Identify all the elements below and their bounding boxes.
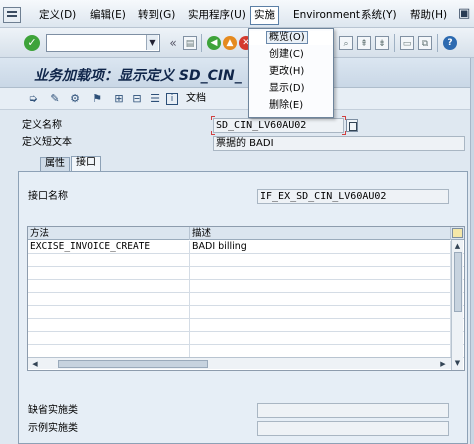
collapse-icon[interactable]: « (166, 36, 180, 50)
menu-item-create[interactable]: 创建(C) (249, 48, 333, 62)
column-header-description[interactable]: 描述 (190, 227, 451, 240)
tab-interface[interactable]: 接口 (71, 156, 101, 171)
application-toolbar: ➭ ✎ ⚙ ⚑ ⊞ ⊟ ☰ i 文档 (0, 88, 474, 110)
vertical-scroll-thumb[interactable] (454, 252, 462, 312)
table-settings-icon[interactable] (452, 228, 463, 238)
table-row[interactable] (28, 306, 464, 319)
focus-corner-marker (211, 131, 215, 135)
short-text-label: 定义短文本 (22, 137, 72, 148)
menu-environment[interactable]: Environment (290, 7, 363, 24)
menu-edit[interactable]: 编辑(E) (87, 7, 129, 24)
toolbar-separator (201, 34, 202, 52)
find-icon[interactable]: ⌕ (339, 36, 353, 50)
menu-definition[interactable]: 定义(D) (36, 7, 79, 24)
menu-item-change[interactable]: 更改(H) (249, 65, 333, 79)
table-row[interactable] (28, 332, 464, 345)
object-list-icon[interactable]: ⊟ (130, 92, 144, 106)
menu-utilities[interactable]: 实用程序(U) (185, 7, 249, 24)
save-icon[interactable]: ▤ (183, 36, 197, 50)
help-icon[interactable]: ? (443, 36, 457, 50)
back-icon[interactable]: ◀ (207, 36, 221, 50)
display-change-icon[interactable]: ✎ (48, 92, 62, 106)
scroll-right-icon[interactable]: ▶ (438, 359, 448, 369)
default-impl-class-field[interactable] (257, 403, 449, 418)
scroll-up-icon[interactable]: ▲ (452, 241, 463, 251)
table-header: 方法 描述 (28, 227, 464, 240)
window-right-edge (470, 58, 474, 444)
scroll-down-icon[interactable]: ▼ (452, 358, 463, 368)
horizontal-scroll-thumb[interactable] (58, 360, 208, 368)
table-row[interactable] (28, 267, 464, 280)
default-impl-class-label: 缺省实施类 (28, 405, 78, 416)
switch-display-change-icon[interactable]: ➭ (26, 92, 40, 106)
definition-name-field[interactable]: SD_CIN_LV60AU02 (213, 118, 344, 133)
documentation-button[interactable]: 文档 (186, 92, 206, 106)
title-bar: 业务加载项：显示定义 SD_CIN_ (0, 58, 474, 88)
menu-item-overview[interactable]: 概览(O) (249, 31, 333, 45)
value-help-icon[interactable] (346, 119, 358, 132)
system-menu-icon[interactable] (3, 7, 21, 23)
command-dropdown-icon[interactable]: ▼ (146, 35, 158, 50)
where-used-icon[interactable]: ⊞ (112, 92, 126, 106)
method-cell[interactable]: EXCISE_INVOICE_CREATE (28, 241, 190, 254)
new-session-icon[interactable]: ▭ (400, 36, 414, 50)
column-header-method[interactable]: 方法 (28, 227, 190, 240)
page-title: 业务加载项：显示定义 SD_CIN_ (34, 68, 242, 84)
table-row[interactable] (28, 293, 464, 306)
definition-name-label: 定义名称 (22, 120, 62, 131)
menu-item-overview-label: 概览(O) (266, 31, 308, 44)
menu-bar: 定义(D) 编辑(E) 转到(G) 实用程序(U) 实施 Environment… (0, 0, 474, 28)
hierarchy-icon[interactable]: ☰ (148, 92, 162, 106)
last-page-icon[interactable]: ⇟ (375, 36, 389, 50)
enter-check-icon[interactable]: ✓ (24, 35, 40, 51)
implement-dropdown-menu: 概览(O) 创建(C) 更改(H) 显示(D) 删除(E) (248, 28, 334, 118)
standard-toolbar: ✓ ▼ « ▤ ◀ ▲ ✕ ⌕ ⇞ ⇟ ▭ ⧉ ? (0, 28, 474, 58)
command-field[interactable] (46, 34, 160, 52)
toolbar-separator (437, 34, 438, 52)
exit-icon[interactable]: ▲ (223, 36, 237, 50)
toolbar-separator (394, 34, 395, 52)
scroll-left-icon[interactable]: ◀ (30, 359, 40, 369)
menu-item-display[interactable]: 显示(D) (249, 82, 333, 96)
table-row[interactable]: EXCISE_INVOICE_CREATE BADI billing (28, 241, 464, 254)
first-page-icon[interactable]: ⇞ (357, 36, 371, 50)
table-row[interactable] (28, 280, 464, 293)
example-impl-class-label: 示例实施类 (28, 423, 78, 434)
interface-name-field[interactable]: IF_EX_SD_CIN_LV60AU02 (257, 189, 449, 204)
description-cell[interactable]: BADI billing (190, 241, 451, 254)
methods-table: 方法 描述 EXCISE_INVOICE_CREATE BADI billing… (27, 226, 465, 371)
info-icon[interactable]: i (166, 93, 178, 105)
activate-icon[interactable]: ⚑ (90, 92, 104, 106)
menu-item-delete[interactable]: 删除(E) (249, 99, 333, 113)
shortcut-icon[interactable]: ⧉ (418, 36, 432, 50)
menu-help[interactable]: 帮助(H) (407, 7, 450, 24)
window-control-icon[interactable]: ▣ (458, 6, 470, 21)
menu-goto[interactable]: 转到(G) (135, 7, 178, 24)
check-icon[interactable]: ⚙ (68, 92, 82, 106)
menu-system[interactable]: 系统(Y) (358, 7, 400, 24)
menu-implement[interactable]: 实施 (250, 6, 279, 25)
horizontal-scrollbar[interactable]: ◀ ▶ (28, 357, 451, 369)
interface-name-label: 接口名称 (28, 191, 68, 202)
tab-attributes[interactable]: 属性 (40, 157, 70, 171)
short-text-field[interactable]: 票据的 BADI (213, 136, 465, 151)
vertical-scrollbar[interactable]: ▲ ▼ (451, 240, 463, 370)
focus-corner-marker (211, 116, 215, 120)
table-row[interactable] (28, 254, 464, 267)
table-row[interactable] (28, 319, 464, 332)
example-impl-class-field[interactable] (257, 421, 449, 436)
